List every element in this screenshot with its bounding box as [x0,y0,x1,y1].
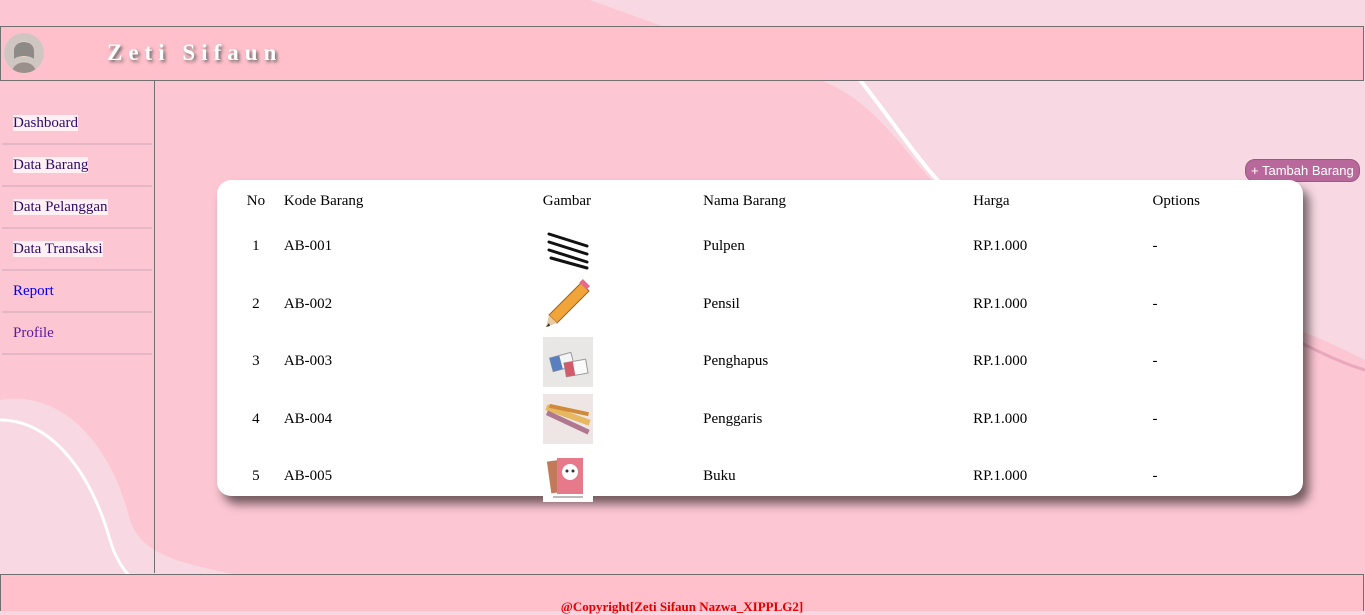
cell-no: 4 [252,410,260,427]
items-table: No Kode Barang Gambar Nama Barang Harga … [230,184,1303,506]
footer: @Copyright[Zeti Sifaun Nazwa_XIPPLG2] [0,574,1364,614]
cell-options: - [1152,238,1158,255]
table-header-row: No Kode Barang Gambar Nama Barang Harga … [230,184,1303,218]
header-options: Options [1152,192,1200,209]
cell-nama: Pensil [703,295,740,312]
sidebar-item-label: Report [13,283,54,299]
cell-harga: RP.1.000 [973,353,1028,370]
cell-nama: Buku [703,468,736,485]
app-header: Zeti Sifaun [0,26,1364,81]
penggaris-image [542,394,593,445]
header-no: No [246,192,266,209]
sidebar-item-label: Data Transaksi [13,241,103,257]
sidebar-item-profile[interactable]: Profile [2,313,152,355]
cell-no: 3 [252,353,260,370]
header-kode-barang: Kode Barang [283,192,364,209]
cell-options: - [1152,468,1158,485]
items-table-card: No Kode Barang Gambar Nama Barang Harga … [217,180,1303,502]
cell-kode: AB-003 [283,353,333,370]
cell-harga: RP.1.000 [973,468,1028,485]
table-row: 2 AB-002 Pensil RP.1.000 - [230,276,1303,334]
copyright-text: @Copyright[Zeti Sifaun Nazwa_XIPPLG2] [560,599,804,614]
cell-harga: RP.1.000 [973,410,1028,427]
avatar[interactable] [4,33,44,73]
header-nama-barang: Nama Barang [703,192,787,209]
pulpen-image [542,221,593,272]
cell-nama: Pulpen [703,238,745,255]
cell-options: - [1152,353,1158,370]
brand-title: Zeti Sifaun [107,40,283,65]
cell-kode: AB-001 [283,238,333,255]
cell-no: 5 [252,468,260,485]
cell-harga: RP.1.000 [973,295,1028,312]
cell-no: 1 [252,238,260,255]
sidebar-item-data-pelanggan[interactable]: Data Pelanggan [2,187,152,229]
cell-harga: RP.1.000 [973,238,1028,255]
table-row: 4 AB-004 Penggaris RP.1.000 - [230,391,1303,449]
sidebar-item-label: Data Barang [13,157,89,173]
header-harga: Harga [973,192,1010,209]
sidebar-item-label: Profile [13,325,54,341]
add-item-button[interactable]: + Tambah Barang [1245,159,1360,182]
sidebar-nav: Dashboard Data Barang Data Pelanggan Dat… [2,103,152,355]
table-row: 5 AB-005 Buku RP.1.000 - [230,448,1303,506]
cell-kode: AB-005 [283,468,333,485]
penghapus-image [542,336,593,387]
cell-no: 2 [252,295,260,312]
cell-nama: Penghapus [703,353,769,370]
header-gambar: Gambar [542,192,592,209]
sidebar-item-data-transaksi[interactable]: Data Transaksi [2,229,152,271]
sidebar-item-dashboard[interactable]: Dashboard [2,103,152,145]
buku-image [542,451,593,502]
sidebar: Dashboard Data Barang Data Pelanggan Dat… [2,81,155,573]
sidebar-item-data-barang[interactable]: Data Barang [2,145,152,187]
cell-nama: Penggaris [703,410,763,427]
cell-kode: AB-004 [283,410,333,427]
sidebar-item-label: Dashboard [13,115,78,131]
cell-options: - [1152,295,1158,312]
sidebar-item-label: Data Pelanggan [13,199,108,215]
cell-options: - [1152,410,1158,427]
table-row: 3 AB-003 Penghapus RP.1.000 - [230,333,1303,391]
pensil-image [542,279,593,330]
sidebar-item-report[interactable]: Report [2,271,152,313]
cell-kode: AB-002 [283,295,333,312]
table-row: 1 AB-001 Pulpen RP.1.000 - [230,218,1303,276]
